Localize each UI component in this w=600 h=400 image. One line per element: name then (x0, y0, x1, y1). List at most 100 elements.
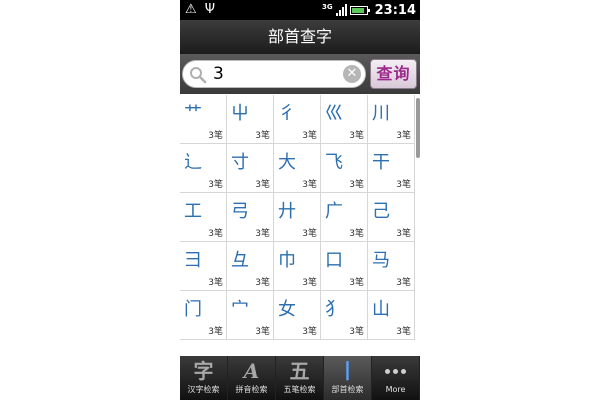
radical-cell[interactable]: 弓 3笔 (227, 193, 274, 242)
stroke-count: 3笔 (208, 229, 223, 239)
stroke-count: 3笔 (255, 327, 270, 337)
search-bar: ✕ 查询 (180, 54, 420, 94)
stroke-count: 3笔 (349, 229, 364, 239)
radical-grid: 艹 3笔屮 3笔彳 3笔巛 3笔川 3笔辶 3笔寸 3笔大 3笔飞 3笔干 3笔工 3笔弓 3笔廾 3笔广… (180, 94, 416, 356)
stroke-count: 3笔 (396, 131, 411, 141)
radical-cell[interactable]: 巛 3笔 (321, 95, 368, 144)
status-bar: ⚠ Ψ 3G 23:14 (180, 0, 420, 20)
radical-char: 彑 (231, 250, 249, 271)
radical-cell[interactable]: 门 3笔 (180, 291, 227, 340)
radical-char: 工 (184, 201, 202, 222)
radical-cell[interactable]: 广 3笔 (321, 193, 368, 242)
more-icon (372, 358, 419, 384)
stroke-count: 3笔 (208, 180, 223, 190)
radical-char: 彐 (184, 250, 202, 271)
stroke-count: 3笔 (302, 180, 317, 190)
stroke-count: 3笔 (208, 278, 223, 288)
radical-char: 弓 (231, 201, 249, 222)
radical-char: 口 (325, 250, 343, 271)
search-icon (190, 67, 207, 84)
tab-label: 拼音检索 (235, 385, 268, 394)
radical-cell[interactable]: 廾 3笔 (274, 193, 321, 242)
search-box[interactable]: ✕ (182, 60, 366, 88)
radical-cell[interactable]: 女 3笔 (274, 291, 321, 340)
radical-cell[interactable]: 工 3笔 (180, 193, 227, 242)
radical-icon: 丨 (337, 359, 358, 383)
radical-cell[interactable]: 巾 3笔 (274, 242, 321, 291)
scrollbar-thumb[interactable] (416, 98, 420, 158)
stroke-count: 3笔 (396, 278, 411, 288)
radical-cell[interactable]: 己 3笔 (368, 193, 415, 242)
radical-cell[interactable]: 寸 3笔 (227, 144, 274, 193)
hanzi-icon: 字 (193, 359, 214, 383)
radical-cell[interactable]: 彑 3笔 (227, 242, 274, 291)
usb-icon: Ψ (204, 2, 216, 17)
radical-cell[interactable]: 辶 3笔 (180, 144, 227, 193)
stroke-count: 3笔 (396, 180, 411, 190)
radical-char: 山 (372, 299, 390, 320)
network-type: 3G (321, 3, 333, 11)
radical-char: 马 (372, 250, 390, 271)
radical-cell[interactable]: 飞 3笔 (321, 144, 368, 193)
stroke-count: 3笔 (396, 229, 411, 239)
radical-char: 宀 (231, 299, 249, 320)
radical-char: 辶 (184, 152, 202, 173)
stroke-count: 3笔 (349, 327, 364, 337)
radical-char: 大 (278, 152, 296, 173)
tab-wubi-search[interactable]: 五 五笔检索 (276, 356, 324, 400)
stroke-count: 3笔 (255, 229, 270, 239)
stroke-count: 3笔 (208, 131, 223, 141)
stroke-count: 3笔 (255, 180, 270, 190)
query-button[interactable]: 查询 (370, 59, 417, 89)
tab-hanzi-search[interactable]: 字 汉字检索 (180, 356, 228, 400)
phone-screen: ⚠ Ψ 3G 23:14 部首查字 ✕ 查询 艹3笔屮3笔彳3笔巛3笔川3笔辶3… (180, 0, 420, 400)
radical-cell[interactable]: 犭 3笔 (321, 291, 368, 340)
radical-char: 廾 (278, 201, 296, 222)
scrollbar[interactable] (416, 94, 420, 356)
tab-more[interactable]: More (372, 356, 420, 400)
tab-label: 部首检索 (331, 385, 364, 394)
page-title: 部首查字 (180, 20, 420, 54)
stroke-count: 3笔 (349, 278, 364, 288)
stroke-count: 3笔 (302, 229, 317, 239)
stroke-count: 3笔 (255, 131, 270, 141)
radical-cell[interactable]: 马 3笔 (368, 242, 415, 291)
radical-cell[interactable]: 口 3笔 (321, 242, 368, 291)
radical-char: 彳 (278, 103, 296, 124)
bottom-tab-bar: 字 汉字检索 A 拼音检索 五 五笔检索 丨 部首检索 More (180, 356, 420, 400)
radical-char: 艹 (184, 103, 202, 124)
radical-char: 屮 (231, 103, 249, 124)
radical-char: 干 (372, 152, 390, 173)
radical-char: 巾 (278, 250, 296, 271)
radical-cell[interactable]: 大 3笔 (274, 144, 321, 193)
radical-char: 寸 (231, 152, 249, 173)
radical-cell[interactable]: 彳 3笔 (274, 95, 321, 144)
radical-char: 犭 (325, 299, 343, 320)
status-right: 3G 23:14 (322, 1, 416, 19)
tab-label: More (385, 385, 406, 394)
radical-cell[interactable]: 屮 3笔 (227, 95, 274, 144)
radical-char: 飞 (325, 152, 343, 173)
stroke-count: 3笔 (255, 278, 270, 288)
tab-radical-search[interactable]: 丨 部首检索 (324, 356, 372, 400)
radical-cell[interactable]: 艹 3笔 (180, 95, 227, 144)
tab-pinyin-search[interactable]: A 拼音检索 (228, 356, 276, 400)
radical-cell[interactable]: 山 3笔 (368, 291, 415, 340)
tab-label: 汉字检索 (187, 385, 220, 394)
radical-char: 门 (184, 299, 202, 320)
radical-cell[interactable]: 干 3笔 (368, 144, 415, 193)
search-input[interactable] (213, 64, 333, 84)
radical-char: 己 (372, 201, 390, 222)
radical-cell[interactable]: 川 3笔 (368, 95, 415, 144)
radical-char: 巛 (325, 103, 343, 124)
wubi-icon: 五 (289, 359, 310, 383)
stroke-count: 3笔 (396, 327, 411, 337)
status-notifications: ⚠ Ψ (185, 2, 219, 18)
clear-icon[interactable]: ✕ (343, 65, 361, 83)
radical-char: 广 (325, 201, 343, 222)
radical-cell[interactable]: 彐 3笔 (180, 242, 227, 291)
radical-char: 川 (372, 103, 390, 124)
battery-icon (349, 5, 370, 15)
radical-cell[interactable]: 宀 3笔 (227, 291, 274, 340)
stroke-count: 3笔 (349, 180, 364, 190)
